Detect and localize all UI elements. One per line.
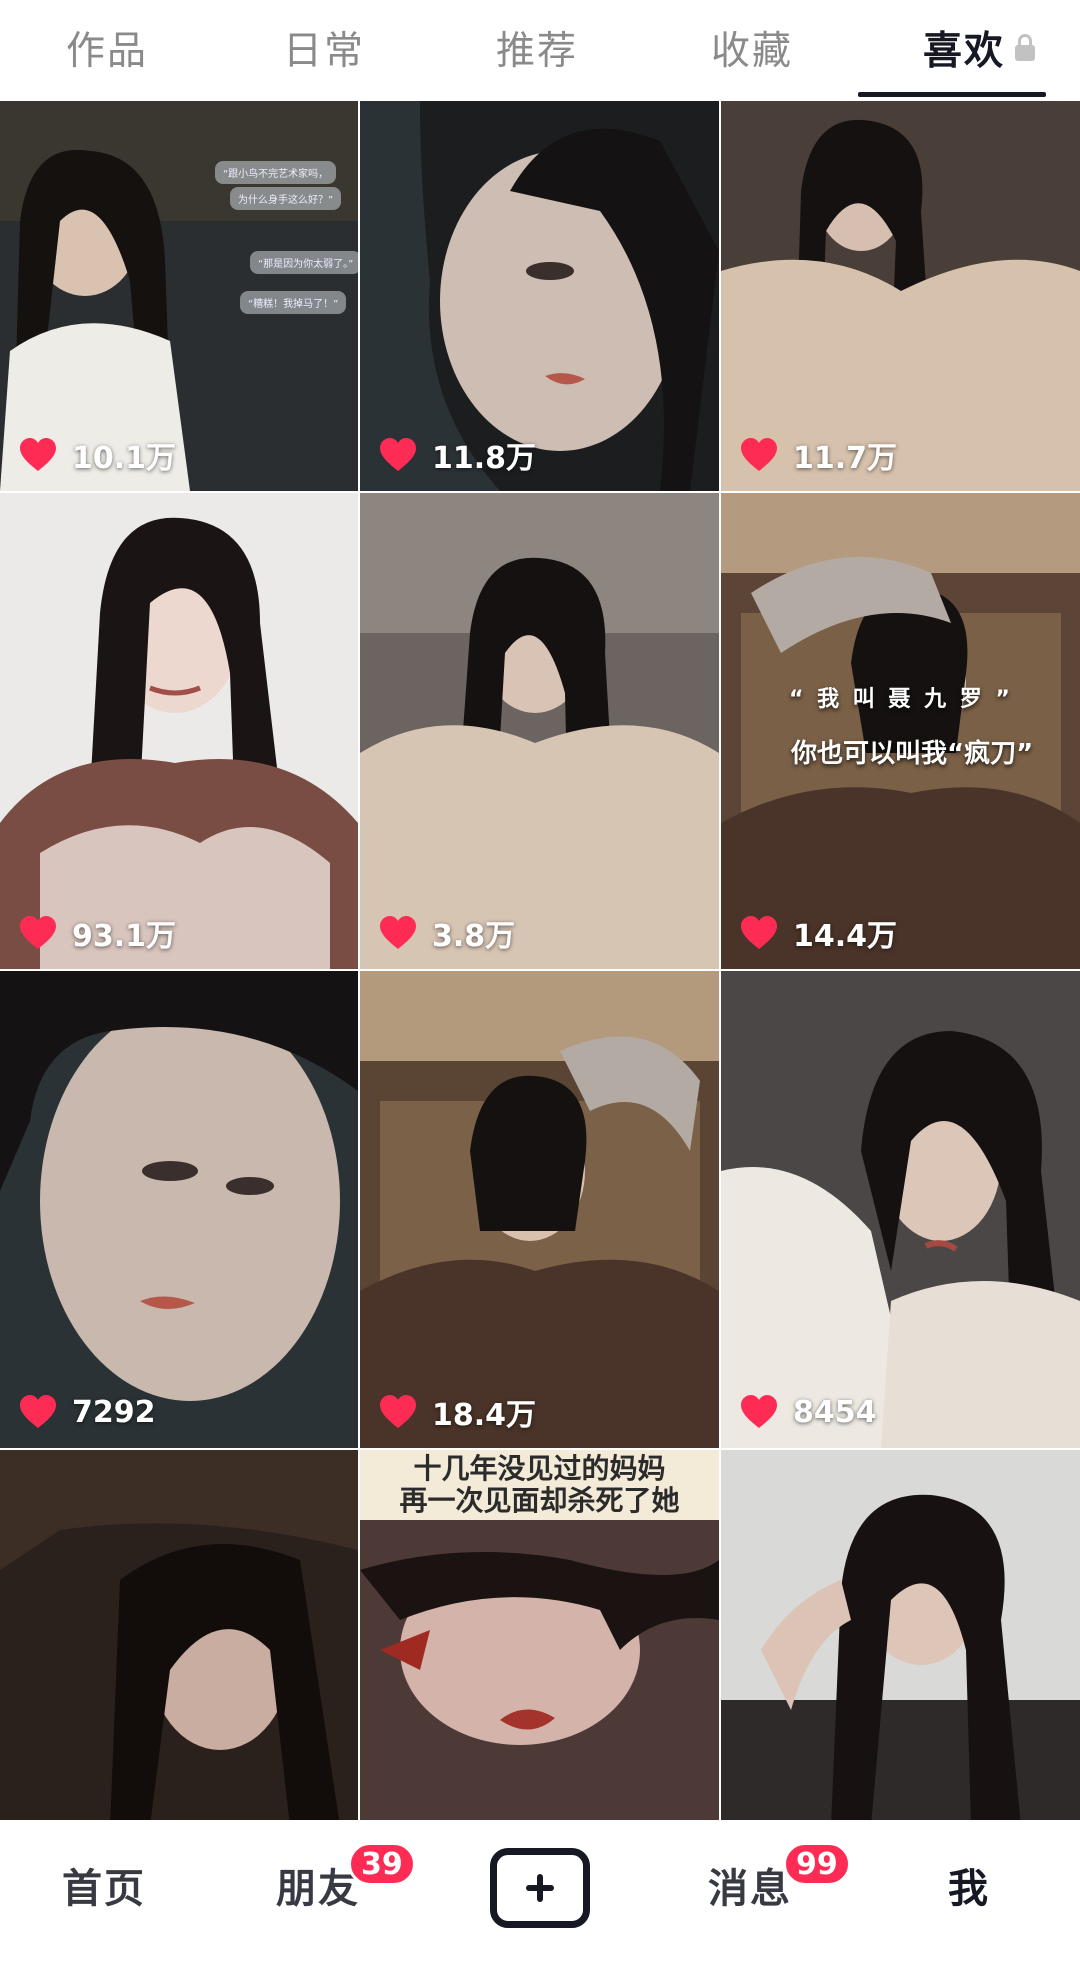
subtitle-bubble: “跟小鸟不完艺术家吗， bbox=[215, 161, 337, 184]
like-count: 18.4万 bbox=[432, 1398, 537, 1433]
heart-icon bbox=[20, 438, 56, 471]
lock-icon bbox=[1015, 34, 1036, 62]
heart-icon bbox=[20, 916, 56, 949]
subtitle-bubble: 为什么身手这么好？” bbox=[230, 187, 342, 210]
heart-icon bbox=[741, 438, 777, 471]
friends-notification-badge: 39 bbox=[348, 1842, 416, 1886]
video-cover-image bbox=[721, 971, 1080, 1448]
like-stat: 7292 bbox=[18, 1392, 156, 1432]
banner-line: 十几年没见过的妈妈 bbox=[413, 1452, 666, 1485]
video-thumbnail[interactable]: 93.1万 bbox=[0, 493, 358, 969]
heart-icon bbox=[741, 916, 777, 949]
tab-daily[interactable]: 日常 bbox=[283, 20, 365, 76]
heart-icon bbox=[380, 1395, 416, 1428]
tab-favorites[interactable]: 收藏 bbox=[711, 20, 793, 76]
video-thumbnail[interactable] bbox=[721, 1450, 1080, 1820]
video-thumbnail[interactable]: 8454 bbox=[721, 971, 1080, 1448]
nav-messages[interactable]: 消息 bbox=[708, 1856, 792, 1914]
profile-screen: 作品 日常 推荐 收藏 喜欢 “跟小鸟不完艺术家吗， 为什么身手这么好？” “那… bbox=[0, 0, 1080, 1961]
video-thumbnail[interactable]: “ 我 叫 聂 九 罗 ” 你也可以叫我“疯刀” 14.4万 bbox=[721, 493, 1080, 969]
video-thumbnail[interactable]: 3.8万 bbox=[360, 493, 719, 969]
like-stat: 8454 bbox=[739, 1392, 877, 1432]
like-count: 14.4万 bbox=[793, 919, 898, 954]
video-cover-image bbox=[0, 1450, 358, 1820]
video-cover-image bbox=[721, 493, 1080, 969]
video-cover-image bbox=[721, 1450, 1080, 1820]
like-stat: 14.4万 bbox=[739, 913, 898, 954]
active-tab-indicator bbox=[858, 92, 1046, 97]
video-cover-image bbox=[360, 101, 719, 491]
profile-tab-bar: 作品 日常 推荐 收藏 喜欢 bbox=[0, 0, 1080, 101]
video-thumbnail[interactable]: “跟小鸟不完艺术家吗， 为什么身手这么好？” “那是因为你太弱了。” “糟糕！我… bbox=[0, 101, 358, 491]
subtitle-text: “ 我 叫 聂 九 罗 ” bbox=[789, 687, 1013, 712]
nav-home[interactable]: 首页 bbox=[62, 1856, 146, 1914]
tab-label: 收藏 bbox=[711, 29, 794, 74]
like-stat: 10.1万 bbox=[18, 435, 177, 476]
tab-label: 作品 bbox=[66, 29, 149, 74]
liked-videos-grid: “跟小鸟不完艺术家吗， 为什么身手这么好？” “那是因为你太弱了。” “糟糕！我… bbox=[0, 101, 1080, 1820]
like-stat: 11.8万 bbox=[378, 435, 537, 476]
like-count: 11.7万 bbox=[793, 441, 898, 476]
video-thumbnail[interactable]: 十几年没见过的妈妈 再一次见面却杀死了她 bbox=[360, 1450, 719, 1820]
like-count: 11.8万 bbox=[432, 441, 537, 476]
video-cover-image bbox=[721, 101, 1080, 491]
bottom-navigation: 首页 朋友 39 消息 99 我 bbox=[0, 1820, 1080, 1961]
subtitle-text: 你也可以叫我“疯刀” bbox=[791, 739, 1034, 769]
subtitle-bubble: “糟糕！我掉马了！” bbox=[240, 291, 347, 314]
like-count: 10.1万 bbox=[72, 441, 177, 476]
video-thumbnail[interactable]: 11.8万 bbox=[360, 101, 719, 491]
tab-works[interactable]: 作品 bbox=[66, 20, 148, 76]
messages-notification-badge: 99 bbox=[783, 1842, 851, 1886]
tab-label: 喜欢 bbox=[923, 29, 1006, 74]
video-cover-image bbox=[0, 493, 358, 969]
tab-liked[interactable]: 喜欢 bbox=[923, 20, 1036, 76]
video-thumbnail[interactable]: 18.4万 bbox=[360, 971, 719, 1448]
nav-me[interactable]: 我 bbox=[948, 1856, 990, 1914]
tab-label: 日常 bbox=[283, 29, 366, 74]
video-thumbnail[interactable]: 11.7万 bbox=[721, 101, 1080, 491]
subtitle-bubble: “那是因为你太弱了。” bbox=[250, 251, 358, 274]
like-stat: 11.7万 bbox=[739, 435, 898, 476]
tab-label: 推荐 bbox=[496, 29, 579, 74]
video-title-banner: 十几年没见过的妈妈 再一次见面却杀死了她 bbox=[360, 1450, 719, 1520]
like-count: 3.8万 bbox=[432, 919, 516, 954]
video-cover-image bbox=[0, 971, 358, 1448]
heart-icon bbox=[741, 1395, 777, 1428]
like-count: 7292 bbox=[72, 1394, 156, 1430]
tab-recommended[interactable]: 推荐 bbox=[496, 20, 578, 76]
like-stat: 18.4万 bbox=[378, 1392, 537, 1433]
video-cover-image bbox=[360, 971, 719, 1448]
like-count: 8454 bbox=[793, 1394, 877, 1430]
like-count: 93.1万 bbox=[72, 919, 177, 954]
create-post-button[interactable] bbox=[490, 1848, 590, 1928]
like-stat: 3.8万 bbox=[378, 913, 516, 954]
banner-line: 再一次见面却杀死了她 bbox=[399, 1484, 680, 1517]
heart-icon bbox=[380, 438, 416, 471]
heart-icon bbox=[20, 1395, 56, 1428]
heart-icon bbox=[380, 916, 416, 949]
like-stat: 93.1万 bbox=[18, 913, 177, 954]
video-cover-image bbox=[360, 493, 719, 969]
video-thumbnail[interactable]: 7292 bbox=[0, 971, 358, 1448]
video-thumbnail[interactable] bbox=[0, 1450, 358, 1820]
